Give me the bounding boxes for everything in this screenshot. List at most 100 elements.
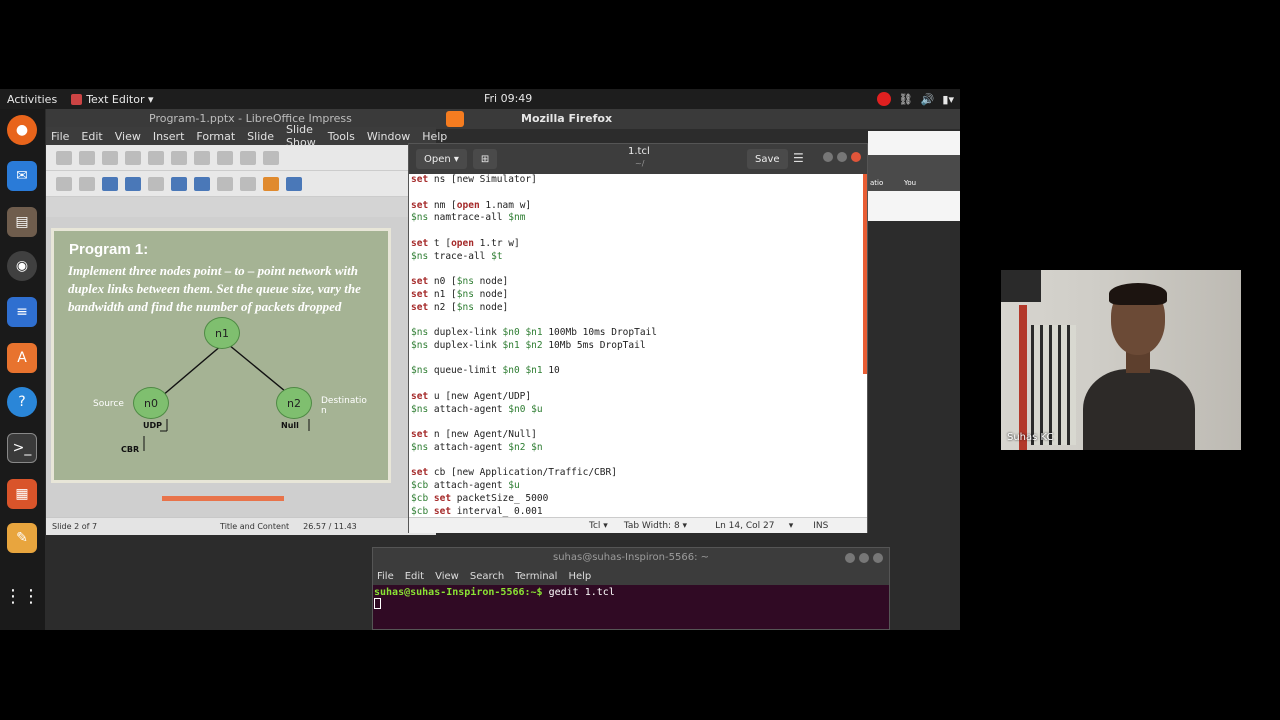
curve-icon[interactable]: [263, 176, 279, 191]
open-icon[interactable]: [79, 150, 95, 165]
save-button[interactable]: Save: [747, 149, 788, 169]
slide-scrollbar[interactable]: [162, 496, 284, 501]
menu-view[interactable]: View: [115, 130, 141, 143]
speaker-box: [1001, 270, 1041, 302]
terminal-menu-file[interactable]: File: [377, 571, 394, 582]
window-bars: [1031, 325, 1076, 445]
code-editor[interactable]: set ns [new Simulator] set nm [open 1.na…: [409, 174, 867, 517]
maximize-icon[interactable]: [859, 553, 869, 563]
connector-icon[interactable]: [240, 176, 256, 191]
close-icon[interactable]: [851, 152, 861, 162]
cbr-label: CBR: [121, 445, 140, 454]
undo-icon[interactable]: [240, 150, 256, 165]
clock[interactable]: Fri 09:49: [484, 92, 532, 105]
show-applications-icon[interactable]: ⋮⋮: [4, 581, 40, 611]
paste-icon[interactable]: [217, 150, 233, 165]
terminal-icon[interactable]: >_: [7, 433, 37, 463]
code-line: $ns queue-limit $n0 $n1 10: [411, 365, 560, 377]
screen: Activities Text Editor ▾ Fri 09:49 ⛓ 🔊 ▮…: [0, 0, 1280, 720]
destination-label: Destinatio n: [321, 396, 367, 416]
activities-button[interactable]: Activities: [7, 93, 57, 106]
impress-statusbar: Slide 2 of 7 Title and Content 26.57 / 1…: [46, 517, 436, 535]
minimize-icon[interactable]: [823, 152, 833, 162]
slide-canvas[interactable]: Program 1: Implement three nodes point –…: [51, 228, 391, 483]
terminal-menu-view[interactable]: View: [435, 571, 459, 582]
minimize-icon[interactable]: [845, 553, 855, 563]
line-icon[interactable]: [148, 176, 164, 191]
menu-file[interactable]: File: [51, 130, 69, 143]
copy-icon[interactable]: [194, 150, 210, 165]
code-line: set ns [new Simulator]: [411, 174, 537, 185]
basic-shapes-icon[interactable]: [286, 176, 302, 191]
print-icon[interactable]: [148, 150, 164, 165]
node-n2: n2: [276, 387, 312, 419]
battery-icon[interactable]: ▮▾: [942, 93, 954, 106]
cut-icon[interactable]: [171, 150, 187, 165]
fill-color-icon[interactable]: [125, 176, 141, 191]
firefox-content[interactable]: atio You: [868, 131, 960, 221]
firefox-titlebar[interactable]: Mozilla Firefox: [436, 109, 960, 129]
menu-slide[interactable]: Slide: [247, 130, 274, 143]
menu-help[interactable]: Help: [422, 130, 447, 143]
writer-icon[interactable]: ≡: [7, 297, 37, 327]
ellipse-icon[interactable]: [194, 176, 210, 191]
terminal-menu-help[interactable]: Help: [568, 571, 591, 582]
thunderbird-icon[interactable]: ✉: [7, 161, 37, 191]
menu-window[interactable]: Window: [367, 130, 410, 143]
rectangle-icon[interactable]: [171, 176, 187, 191]
cursor-position[interactable]: Ln 14, Col 27 ▾: [715, 521, 793, 531]
menu-insert[interactable]: Insert: [153, 130, 185, 143]
zoom-icon[interactable]: [79, 176, 95, 191]
line-color-icon[interactable]: [102, 176, 118, 191]
volume-icon[interactable]: 🔊: [921, 93, 935, 106]
menu-edit[interactable]: Edit: [81, 130, 102, 143]
webcam-tile: Suhas KC: [1001, 270, 1241, 450]
terminal-menu-search[interactable]: Search: [470, 571, 504, 582]
app-menu-label: Text Editor ▾: [86, 92, 154, 106]
export-icon[interactable]: [125, 150, 141, 165]
save-icon[interactable]: [102, 150, 118, 165]
terminal-titlebar[interactable]: suhas@suhas-Inspiron-5566: ~: [373, 548, 889, 567]
hamburger-menu-icon[interactable]: ☰: [793, 151, 804, 165]
menu-tools[interactable]: Tools: [328, 130, 355, 143]
menu-slide-show[interactable]: Slide Show: [286, 123, 316, 149]
redo-icon[interactable]: [263, 150, 279, 165]
close-icon[interactable]: [873, 553, 883, 563]
gedit-icon[interactable]: ✎: [7, 523, 37, 553]
terminal-output[interactable]: suhas@suhas-Inspiron-5566:~$ gedit 1.tcl: [373, 585, 889, 612]
network-icon[interactable]: ⛓: [899, 93, 913, 106]
impress-titlebar[interactable]: Program-1.pptx - LibreOffice Impress: [46, 109, 436, 127]
impress-icon[interactable]: ▦: [7, 479, 37, 509]
shared-desktop: Activities Text Editor ▾ Fri 09:49 ⛓ 🔊 ▮…: [0, 89, 960, 630]
help-icon[interactable]: ?: [7, 387, 37, 417]
language-selector[interactable]: Tcl ▾: [589, 521, 608, 531]
new-tab-icon[interactable]: ⊞: [472, 149, 498, 169]
open-button[interactable]: Open ▾: [416, 149, 467, 169]
recording-icon[interactable]: [876, 92, 891, 106]
code-line: $ns duplex-link $n0 $n1 100Mb 10ms DropT…: [411, 327, 657, 338]
arrow-icon[interactable]: [217, 176, 233, 191]
system-tray[interactable]: ⛓ 🔊 ▮▾: [876, 92, 954, 106]
maximize-icon[interactable]: [837, 152, 847, 162]
gnome-top-bar: Activities Text Editor ▾ Fri 09:49 ⛓ 🔊 ▮…: [0, 89, 960, 109]
tab-width-selector[interactable]: Tab Width: 8 ▾: [624, 521, 687, 531]
firefox-icon[interactable]: ●: [7, 115, 37, 145]
terminal-menu-edit[interactable]: Edit: [405, 571, 424, 582]
code-line: set n1 [$ns node]: [411, 288, 509, 300]
new-icon[interactable]: [56, 150, 72, 165]
menu-format[interactable]: Format: [196, 130, 235, 143]
text-editor-icon: [71, 93, 83, 105]
code-line: $ns attach-agent $n2 $n: [411, 441, 543, 453]
rhythmbox-icon[interactable]: ◉: [7, 251, 37, 281]
terminal-prompt: suhas@suhas-Inspiron-5566:~$: [374, 587, 543, 598]
software-center-icon[interactable]: A: [7, 343, 37, 373]
terminal-menu-terminal[interactable]: Terminal: [515, 571, 557, 582]
editor-scrollbar[interactable]: [863, 174, 867, 374]
cursor-coords: 26.57 / 11.43: [303, 522, 357, 531]
files-icon[interactable]: ▤: [7, 207, 37, 237]
app-menu[interactable]: Text Editor ▾: [71, 92, 154, 106]
network-diagram: [143, 344, 310, 451]
udp-label: UDP: [143, 421, 162, 430]
select-icon[interactable]: [56, 176, 72, 191]
